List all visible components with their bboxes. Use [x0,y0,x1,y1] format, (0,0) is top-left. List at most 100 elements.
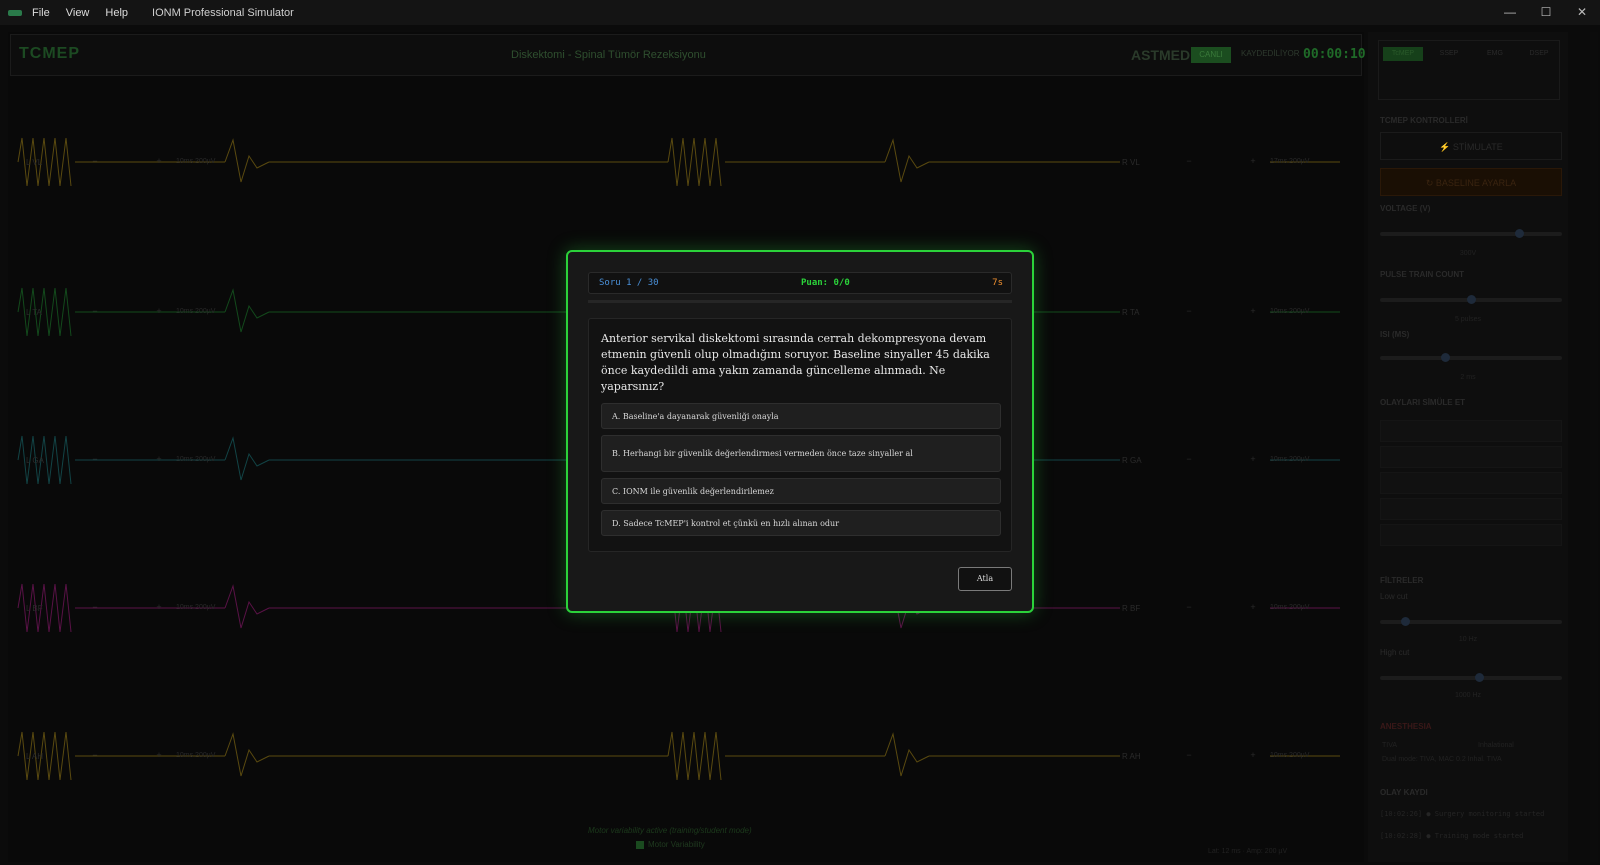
minus-icon[interactable]: − [1184,454,1194,464]
event-button[interactable] [1380,472,1562,494]
minus-icon[interactable]: − [1184,306,1194,316]
tcmep-controls-title: TCMEP KONTROLLERİ [1380,116,1468,125]
quiz-header: Soru 1 / 30 Puan: 0/0 7s [588,272,1012,294]
skip-button[interactable]: Atla [958,567,1012,591]
right-channel-info: 10ms 200µV [1270,604,1310,611]
filters-label: FİLTRELER [1380,576,1424,585]
minus-icon[interactable]: − [90,602,100,612]
plus-icon[interactable]: + [154,750,164,760]
recording-status: KAYDEDİLİYOR [1241,49,1300,58]
minus-icon[interactable]: − [90,156,100,166]
menu-help[interactable]: Help [105,7,128,19]
slider-knob[interactable] [1514,229,1524,238]
pulse-slider[interactable] [1380,295,1562,304]
minimize-icon[interactable]: — [1492,0,1528,25]
right-channel-info: 10ms 200µV [1270,308,1310,315]
plus-icon[interactable]: + [1248,306,1258,316]
log-entry: [10:02:28] ● Training mode started [1380,832,1524,840]
left-channel-label: L TA [26,308,42,317]
answer-option-d[interactable]: D. Sadece TcMEP'i kontrol et çünkü en hı… [601,510,1001,536]
question-text: Anterior servikal diskektomi sırasında c… [601,332,990,393]
plus-icon[interactable]: + [1248,156,1258,166]
right-channel-label: R GA [1122,456,1142,465]
plus-icon[interactable]: + [154,602,164,612]
event-log-label: OLAY KAYDI [1380,788,1428,797]
menu-view[interactable]: View [66,7,90,19]
tab-ssep[interactable]: SSEP [1429,47,1469,61]
motor-variability-checkbox[interactable]: Motor Variability [636,840,705,849]
scrollbar[interactable] [1590,32,1598,862]
plus-icon[interactable]: + [1248,454,1258,464]
right-channel-info: 10ms 200µV [1270,752,1310,759]
event-button[interactable] [1380,524,1562,546]
time-remaining: 7s [992,278,1003,288]
event-button[interactable] [1380,446,1562,468]
slider-knob[interactable] [1475,673,1485,682]
isi-label: ISI (MS) [1380,330,1410,339]
plus-icon[interactable]: + [1248,602,1258,612]
left-channel-info: 10ms 200µV [176,456,216,463]
left-channel-label: L BF [26,604,43,613]
right-channel-label: R TA [1122,308,1140,317]
right-channel-label: R BF [1122,604,1141,613]
answer-option-b[interactable]: B. Herhangi bir güvenlik değerlendirmesi… [601,435,1001,472]
event-button[interactable] [1380,498,1562,520]
plus-icon[interactable]: + [154,306,164,316]
minus-icon[interactable]: − [90,306,100,316]
right-channel-label: R VL [1122,158,1140,167]
maximize-icon[interactable]: ☐ [1528,0,1564,25]
waveform [17,731,1340,781]
plus-icon[interactable]: + [154,454,164,464]
tab-tcmep[interactable]: TcMEP [1383,47,1423,61]
isi-value: 2 ms [1460,374,1476,381]
event-button[interactable] [1380,420,1562,442]
minus-icon[interactable]: − [90,454,100,464]
lowcut-slider[interactable] [1380,617,1562,626]
plus-icon[interactable]: + [154,156,164,166]
tab-dsep[interactable]: DSEP [1519,47,1559,61]
slider-knob[interactable] [1400,617,1410,626]
answer-option-a[interactable]: A. Baseline'a dayanarak güvenliği onayla [601,403,1001,429]
voltage-value: 300V [1459,250,1477,257]
quiz-modal: Soru 1 / 30 Puan: 0/0 7s Anterior servik… [566,250,1034,613]
control-panel: TcMEP SSEP EMG DSEP TCMEP KONTROLLERİ ⚡ … [1368,32,1568,862]
right-channel-label: R AH [1122,752,1141,761]
anesthesia-option-inhal[interactable]: Inhalational [1478,742,1514,749]
live-badge: CANLI [1191,47,1231,63]
minus-icon[interactable]: − [1184,602,1194,612]
highcut-slider[interactable] [1380,673,1562,682]
close-icon[interactable]: ✕ [1564,0,1600,25]
minus-icon[interactable]: − [90,750,100,760]
checkbox-label: Motor Variability [648,840,705,849]
slider-knob[interactable] [1440,353,1450,362]
anesthesia-option-tiva[interactable]: TIVA [1382,742,1397,749]
answer-option-c[interactable]: C. IONM ile güvenlik değerlendirilemez [601,478,1001,504]
app-icon [8,9,22,16]
voltage-slider[interactable] [1380,229,1562,238]
pulse-value: 5 pulses [1454,316,1482,323]
minus-icon[interactable]: − [1184,750,1194,760]
case-title: Diskektomi - Spinal Tümör Rezeksiyonu [511,49,706,61]
question-counter: Soru 1 / 30 [599,278,659,288]
events-label: OLAYLARI SİMÜLE ET [1380,398,1466,407]
tab-emg[interactable]: EMG [1475,47,1515,61]
slider-knob[interactable] [1466,295,1476,304]
stimulate-button[interactable]: ⚡ STİMULATE [1380,132,1562,160]
title-bar: File View Help IONM Professional Simulat… [0,0,1600,25]
lowcut-value: 10 Hz [1458,636,1478,643]
right-channel-info: 10ms 200µV [1270,456,1310,463]
score: Puan: 0/0 [801,278,850,288]
minus-icon[interactable]: − [1184,156,1194,166]
baseline-button[interactable]: ↻ BASELINE AYARLA [1380,168,1562,196]
pulse-label: PULSE TRAIN COUNT [1380,270,1464,279]
modality-logo: TCMEP [19,45,80,62]
isi-slider[interactable] [1380,353,1562,362]
waveform [17,137,1340,187]
plus-icon[interactable]: + [1248,750,1258,760]
modality-tabs: TcMEP SSEP EMG DSEP [1378,40,1560,100]
variability-note: Motor variability active (training/stude… [588,826,752,835]
trace-stats: Lat: 12 ms · Amp: 200 µV [1208,848,1288,855]
checkbox-icon [636,840,644,849]
menu-file[interactable]: File [32,7,50,19]
highcut-value: 1000 Hz [1454,692,1482,699]
